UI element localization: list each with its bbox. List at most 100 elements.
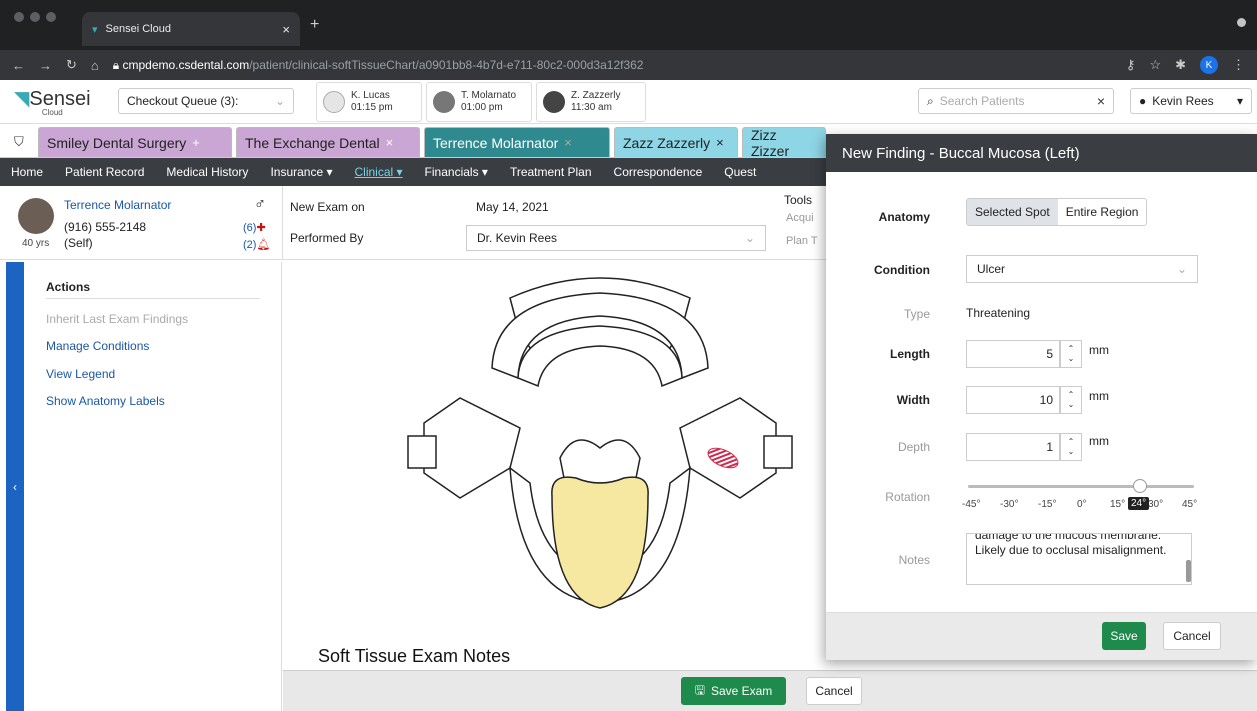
- save-exam-button[interactable]: 🖫︎ Save Exam: [681, 677, 786, 705]
- width-stepper[interactable]: ⌃ ⌄: [1060, 386, 1082, 414]
- patient-avatar[interactable]: [18, 198, 54, 234]
- shield-icon[interactable]: ⛉: [14, 134, 24, 150]
- office-tab[interactable]: Zazz Zazzerly ×: [614, 127, 738, 157]
- chevron-up-icon[interactable]: ⌃: [1068, 390, 1075, 400]
- nav-correspondence[interactable]: Correspondence: [603, 165, 714, 179]
- performed-by-select[interactable]: Dr. Kevin Rees ⌄: [466, 225, 766, 251]
- notifications-count[interactable]: (2)🔔︎: [243, 238, 270, 251]
- appointment-chip[interactable]: T. Molarnato 01:00 pm: [426, 82, 532, 122]
- cancel-finding-button[interactable]: Cancel: [1163, 622, 1221, 650]
- medical-alerts-count[interactable]: (6)✚: [243, 221, 266, 234]
- window-minimize-dot[interactable]: [30, 12, 40, 22]
- office-tab[interactable]: Smiley Dental Surgery +: [38, 127, 232, 157]
- manage-conditions-link[interactable]: Manage Conditions: [46, 339, 149, 353]
- sensei-logo[interactable]: ◥Sensei Cloud: [14, 86, 91, 117]
- browser-menu-icon[interactable]: [1237, 18, 1246, 27]
- show-anatomy-labels-link[interactable]: Show Anatomy Labels: [46, 394, 165, 408]
- search-input[interactable]: Search Patients: [940, 94, 1025, 108]
- rotation-slider-track[interactable]: [968, 485, 1194, 488]
- new-tab-icon[interactable]: +: [310, 16, 319, 34]
- patient-phone: (916) 555-2148: [64, 220, 147, 234]
- anatomy-label: Anatomy: [878, 210, 930, 224]
- chevron-left-icon: ‹: [13, 479, 17, 494]
- chevron-down-icon[interactable]: ⌄: [1068, 447, 1075, 457]
- window-zoom-dot[interactable]: [46, 12, 56, 22]
- buccal-mucosa-left-region[interactable]: [679, 397, 777, 499]
- length-stepper[interactable]: ⌃ ⌄: [1060, 340, 1082, 368]
- condition-select[interactable]: Ulcer ⌄: [966, 255, 1198, 283]
- url-field[interactable]: 🔒︎ cmpdemo.csdental.com/patient/clinical…: [113, 58, 644, 73]
- type-label: Type: [903, 307, 930, 321]
- cheek-right-region[interactable]: [407, 435, 437, 469]
- notes-textarea[interactable]: damage to the mucous membrane. Likely du…: [966, 533, 1192, 585]
- rotation-slider-handle[interactable]: [1133, 479, 1147, 493]
- rotation-tick: 30°: [1148, 499, 1164, 510]
- divider: [282, 186, 283, 260]
- close-icon[interactable]: ×: [716, 135, 724, 150]
- close-icon[interactable]: ×: [564, 135, 572, 150]
- rotation-tick: 0°: [1077, 499, 1087, 510]
- nav-questionnaire[interactable]: Quest: [713, 165, 767, 179]
- uvula-region[interactable]: [559, 439, 641, 484]
- bells-count-text: (2): [243, 239, 257, 251]
- cheek-left-region[interactable]: [763, 435, 793, 469]
- depth-unit: mm: [1089, 434, 1109, 448]
- nav-home[interactable]: Home: [0, 165, 54, 179]
- checkout-queue-select[interactable]: Checkout Queue (3): ⌄: [118, 88, 294, 114]
- collapse-panel-button[interactable]: ‹: [6, 262, 24, 711]
- user-menu[interactable]: ● Kevin Rees ▾: [1130, 88, 1252, 114]
- entire-region-option[interactable]: Entire Region: [1058, 199, 1147, 225]
- office-tab[interactable]: The Exchange Dental ×: [236, 127, 420, 157]
- nav-medical-history[interactable]: Medical History: [155, 165, 259, 179]
- chevron-up-icon[interactable]: ⌃: [1068, 437, 1075, 447]
- close-tab-icon[interactable]: ×: [282, 22, 290, 37]
- chevron-down-icon[interactable]: ⌄: [1068, 400, 1075, 410]
- clear-search-icon[interactable]: ×: [1097, 93, 1105, 109]
- extensions-icon[interactable]: ✱: [1175, 57, 1186, 73]
- actions-panel: [24, 262, 282, 711]
- save-finding-button[interactable]: Save: [1102, 622, 1146, 650]
- depth-input[interactable]: 1: [966, 433, 1060, 461]
- appointment-chip[interactable]: K. Lucas 01:15 pm: [316, 82, 422, 122]
- tools-acquire-link[interactable]: Acqui: [786, 212, 814, 224]
- nav-financials[interactable]: Financials ▾: [414, 165, 499, 179]
- notes-scrollbar[interactable]: [1186, 560, 1191, 582]
- close-icon[interactable]: ×: [386, 135, 394, 150]
- patient-search[interactable]: ⌕ Search Patients ×: [918, 88, 1114, 114]
- length-input[interactable]: 5: [966, 340, 1060, 368]
- browser-tab[interactable]: ▾ Sensei Cloud ×: [82, 12, 300, 46]
- dialog-title[interactable]: New Finding - Buccal Mucosa (Left): [826, 134, 1257, 172]
- nav-clinical[interactable]: Clinical ▾: [344, 165, 414, 179]
- back-icon[interactable]: ←: [12, 58, 25, 73]
- alerts-count-text: (6): [243, 222, 257, 234]
- cancel-exam-button[interactable]: Cancel: [806, 677, 862, 705]
- kebab-menu-icon[interactable]: ⋮: [1232, 57, 1245, 73]
- add-icon[interactable]: +: [192, 135, 200, 150]
- url-host: cmpdemo.csdental.com: [122, 57, 250, 72]
- selected-spot-option[interactable]: Selected Spot: [967, 199, 1058, 225]
- depth-stepper[interactable]: ⌃ ⌄: [1060, 433, 1082, 461]
- nav-patient-record[interactable]: Patient Record: [54, 165, 155, 179]
- nav-insurance[interactable]: Insurance ▾: [259, 165, 343, 179]
- office-tab-active[interactable]: Terrence Molarnator ×: [424, 127, 610, 157]
- chevron-up-icon[interactable]: ⌃: [1068, 344, 1075, 354]
- reload-icon[interactable]: ↻: [66, 57, 77, 73]
- star-icon[interactable]: ☆: [1149, 57, 1161, 73]
- office-tab[interactable]: Zizz Zizzer: [742, 127, 826, 159]
- chevron-down-icon[interactable]: ⌄: [1068, 354, 1075, 364]
- buccal-mucosa-right-region[interactable]: [423, 397, 521, 499]
- user-icon: ●: [1139, 94, 1147, 108]
- width-input[interactable]: 10: [966, 386, 1060, 414]
- window-close-dot[interactable]: [14, 12, 24, 22]
- length-unit: mm: [1089, 343, 1109, 357]
- profile-avatar[interactable]: K: [1200, 56, 1218, 74]
- appointment-chip[interactable]: Z. Zazzerly 11:30 am: [536, 82, 646, 122]
- avatar: [543, 91, 565, 113]
- view-legend-link[interactable]: View Legend: [46, 367, 115, 381]
- home-icon[interactable]: ⌂: [91, 58, 99, 73]
- forward-icon[interactable]: →: [39, 58, 52, 73]
- patient-name-link[interactable]: Terrence Molarnator: [64, 198, 171, 212]
- nav-treatment-plan[interactable]: Treatment Plan: [499, 165, 603, 179]
- key-icon[interactable]: ⚷: [1126, 57, 1136, 73]
- tools-plan-link[interactable]: Plan T: [786, 235, 818, 247]
